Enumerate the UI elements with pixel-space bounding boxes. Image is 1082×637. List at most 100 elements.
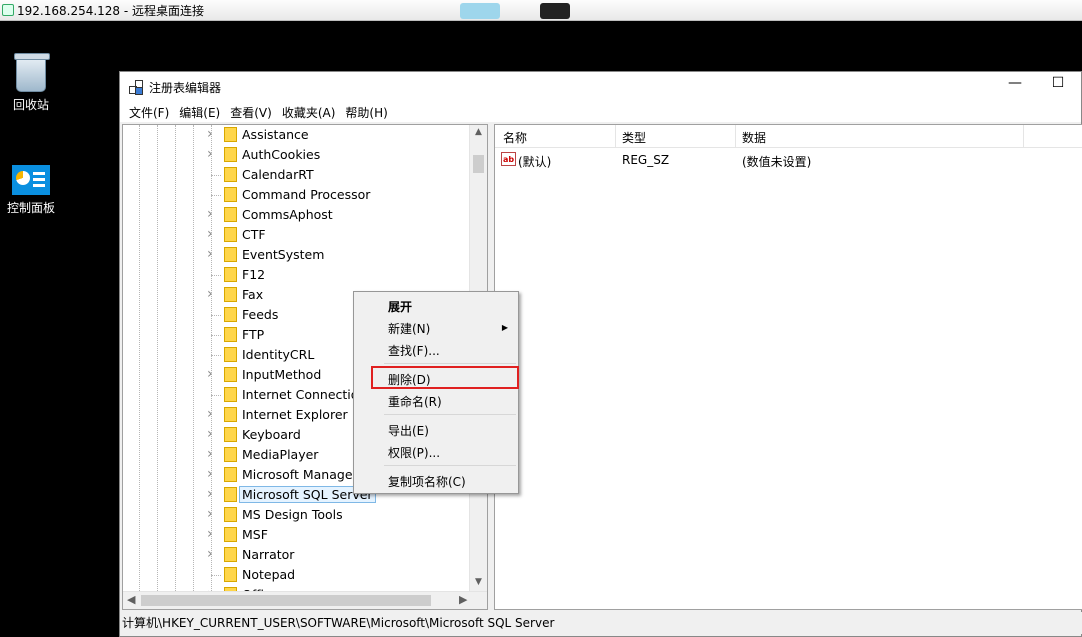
expand-chevron-icon[interactable]: › xyxy=(207,447,217,461)
tree-node[interactable]: F12 xyxy=(123,265,473,285)
tree-node-label: EventSystem xyxy=(242,247,325,262)
menu-file[interactable]: 文件(F) xyxy=(124,104,174,121)
window-titlebar[interactable]: 注册表编辑器 — ☐ xyxy=(120,72,1081,102)
toolbar-decoration xyxy=(540,3,570,19)
expand-chevron-icon[interactable]: › xyxy=(207,207,217,221)
folder-icon xyxy=(224,487,237,502)
value-row[interactable]: ab (默认) REG_SZ (数值未设置) xyxy=(495,151,1082,169)
tree-node[interactable]: › EventSystem xyxy=(123,245,473,265)
column-header-type[interactable]: 类型 xyxy=(622,129,646,146)
expand-chevron-icon[interactable]: › xyxy=(207,227,217,241)
folder-icon xyxy=(224,247,237,262)
desktop-icon-control-panel[interactable]: 控制面板 xyxy=(0,165,62,216)
scroll-left-icon[interactable]: ◀ xyxy=(127,593,135,606)
menu-edit[interactable]: 编辑(E) xyxy=(174,104,225,121)
tree-connector xyxy=(211,275,221,276)
context-menu-new[interactable]: 新建(N) xyxy=(388,320,430,337)
registry-editor-window: 注册表编辑器 — ☐ 文件(F) 编辑(E) 查看(V) 收藏夹(A) 帮助(H… xyxy=(119,71,1082,637)
tree-node-label: CommsAphost xyxy=(242,207,333,222)
folder-icon xyxy=(224,287,237,302)
scroll-thumb[interactable] xyxy=(141,595,431,606)
tree-node[interactable]: › CommsAphost xyxy=(123,205,473,225)
tree-node-label: Microsoft Manager xyxy=(242,467,358,482)
desktop-icon-label: 控制面板 xyxy=(6,201,55,215)
tree-node[interactable]: › MSF xyxy=(123,525,473,545)
expand-chevron-icon[interactable]: › xyxy=(207,487,217,501)
folder-icon xyxy=(224,427,237,442)
tree-connector xyxy=(211,315,221,316)
expand-chevron-icon[interactable]: › xyxy=(207,287,217,301)
folder-icon xyxy=(224,407,237,422)
tree-node-label: Fax xyxy=(242,287,264,302)
tree-node-label: Feeds xyxy=(242,307,279,322)
tree-node[interactable]: › CTF xyxy=(123,225,473,245)
expand-chevron-icon[interactable]: › xyxy=(207,407,217,421)
tree-connector xyxy=(211,395,221,396)
expand-chevron-icon[interactable]: › xyxy=(207,367,217,381)
folder-icon xyxy=(224,187,237,202)
expand-chevron-icon[interactable]: › xyxy=(207,507,217,521)
folder-icon xyxy=(224,567,237,582)
values-list[interactable]: 名称 类型 数据 ab (默认) REG_SZ (数值未设置) xyxy=(494,124,1082,610)
tree-node[interactable]: › Assistance xyxy=(123,125,473,145)
minimize-button[interactable]: — xyxy=(995,72,1035,96)
tree-connector xyxy=(211,175,221,176)
tree-node[interactable]: › MS Design Tools xyxy=(123,505,473,525)
scroll-right-icon[interactable]: ▶ xyxy=(459,593,467,606)
menu-favorites[interactable]: 收藏夹(A) xyxy=(277,104,341,121)
tree-node[interactable]: CalendarRT xyxy=(123,165,473,185)
expand-chevron-icon[interactable]: › xyxy=(207,527,217,541)
remote-desktop-icon xyxy=(2,4,14,16)
scroll-down-icon[interactable]: ▼ xyxy=(470,577,487,587)
folder-icon xyxy=(224,127,237,142)
tree-node-label: AuthCookies xyxy=(242,147,321,162)
folder-icon xyxy=(224,447,237,462)
folder-icon xyxy=(224,507,237,522)
status-bar-path: 计算机\HKEY_CURRENT_USER\SOFTWARE\Microsoft… xyxy=(120,612,1082,634)
folder-icon xyxy=(224,387,237,402)
tree-node-label: InputMethod xyxy=(242,367,322,382)
tree-horizontal-scrollbar[interactable]: ◀ ▶ xyxy=(123,591,487,609)
expand-chevron-icon[interactable]: › xyxy=(207,127,217,141)
scroll-up-icon[interactable]: ▲ xyxy=(470,127,487,137)
tree-node-label: F12 xyxy=(242,267,266,282)
string-value-icon: ab xyxy=(501,152,516,166)
menu-help[interactable]: 帮助(H) xyxy=(340,104,392,121)
tree-connector xyxy=(211,355,221,356)
desktop-icon-label: 回收站 xyxy=(12,98,49,112)
tree-node-label: FTP xyxy=(242,327,265,342)
scroll-thumb[interactable] xyxy=(473,155,484,173)
context-menu-permissions[interactable]: 权限(P)... xyxy=(388,444,440,461)
submenu-arrow-icon: ▶ xyxy=(501,323,508,332)
tree-node[interactable]: › AuthCookies xyxy=(123,145,473,165)
tree-node-label: CalendarRT xyxy=(242,167,314,182)
context-menu-export[interactable]: 导出(E) xyxy=(388,422,429,439)
expand-chevron-icon[interactable]: › xyxy=(207,427,217,441)
expand-chevron-icon[interactable]: › xyxy=(207,147,217,161)
maximize-button[interactable]: ☐ xyxy=(1038,72,1078,96)
tree-node-label: Internet Connection xyxy=(242,387,367,402)
folder-icon xyxy=(224,227,237,242)
tree-node-label: CTF xyxy=(242,227,266,242)
menu-view[interactable]: 查看(V) xyxy=(225,104,277,121)
remote-desktop-title: 192.168.254.128 - 远程桌面连接 xyxy=(17,3,205,18)
column-header-name[interactable]: 名称 xyxy=(503,129,527,146)
tree-node[interactable]: Command Processor xyxy=(123,185,473,205)
tree-connector xyxy=(211,335,221,336)
context-menu-rename[interactable]: 重命名(R) xyxy=(388,393,442,410)
expand-chevron-icon[interactable]: › xyxy=(207,547,217,561)
tree-node[interactable]: Notepad xyxy=(123,565,473,585)
context-menu-find[interactable]: 查找(F)... xyxy=(388,342,440,359)
tree-node-label: Internet Explorer xyxy=(242,407,348,422)
tree-node[interactable]: › Narrator xyxy=(123,545,473,565)
column-header-data[interactable]: 数据 xyxy=(742,129,766,146)
folder-icon xyxy=(224,147,237,162)
tree-node-label: Notepad xyxy=(242,567,296,582)
expand-chevron-icon[interactable]: › xyxy=(207,467,217,481)
context-menu-copy-key-name[interactable]: 复制项名称(C) xyxy=(388,473,466,490)
desktop-icon-recycle-bin[interactable]: 回收站 xyxy=(0,53,62,113)
context-menu-expand[interactable]: 展开 xyxy=(388,298,412,315)
expand-chevron-icon[interactable]: › xyxy=(207,247,217,261)
context-menu: 展开 新建(N) ▶ 查找(F)... 删除(D) 重命名(R) 导出(E) 权… xyxy=(353,291,519,494)
folder-icon xyxy=(224,327,237,342)
